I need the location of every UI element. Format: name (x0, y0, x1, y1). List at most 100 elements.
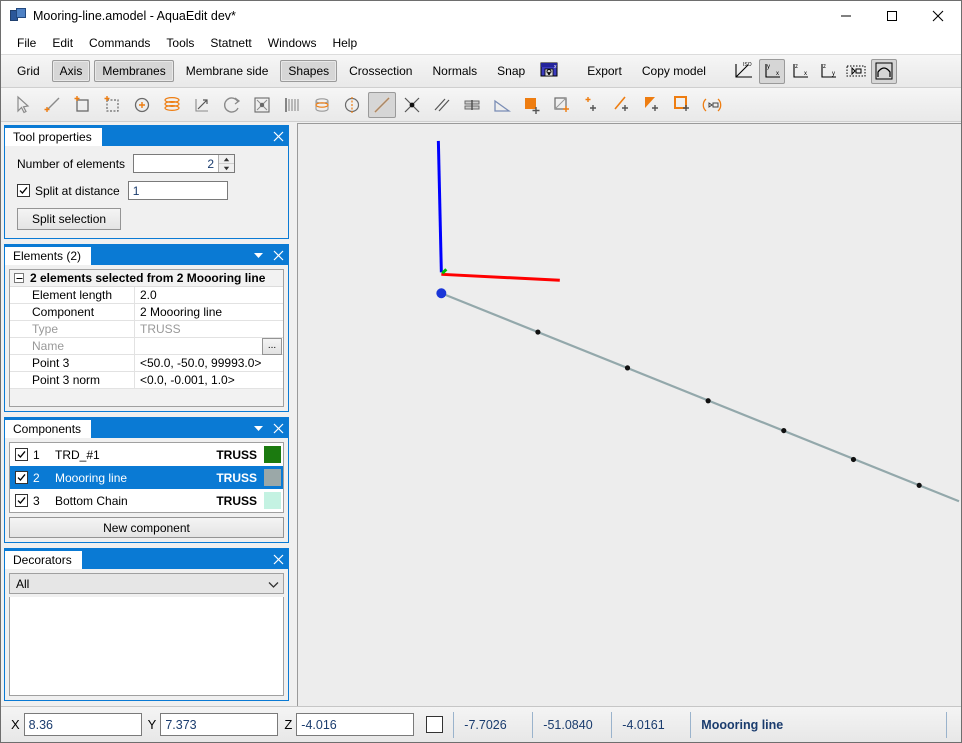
angle-icon[interactable] (488, 92, 516, 118)
component-color-swatch[interactable] (263, 468, 282, 487)
view-side-zy-icon[interactable]: z y (815, 59, 841, 84)
split-at-distance-checkbox[interactable] (17, 184, 30, 197)
decorators-list[interactable] (9, 597, 284, 696)
maximize-button[interactable] (869, 1, 915, 31)
toolbar-button-shapes[interactable]: Shapes (280, 60, 338, 82)
table-row[interactable]: Element length 2.0 (10, 287, 283, 304)
viewport-scene[interactable] (298, 124, 961, 694)
elements-group-header[interactable]: 2 elements selected from 2 Moooring line (10, 270, 283, 287)
select-cursor-icon[interactable] (8, 92, 36, 118)
collapse-icon[interactable] (14, 273, 24, 283)
add-shape-icon[interactable] (548, 92, 576, 118)
components-tab[interactable]: Components (5, 420, 92, 438)
table-row[interactable]: Component 2 Moooring line (10, 304, 283, 321)
draw-mesh-icon[interactable] (98, 92, 126, 118)
component-visibility-checkbox[interactable] (15, 471, 28, 484)
list-item[interactable]: 3 Bottom Chain TRUSS (10, 489, 283, 512)
menu-item-edit[interactable]: Edit (44, 34, 81, 52)
minimize-button[interactable] (823, 1, 869, 31)
toolbar-button-copy-model[interactable]: Copy model (634, 60, 714, 82)
toolbar-button-crossection[interactable]: Crossection (341, 60, 420, 82)
model-viewport[interactable] (297, 123, 961, 706)
toolbar-button-grid[interactable]: Grid (9, 60, 48, 82)
split-at-distance-input[interactable] (127, 181, 228, 200)
merge-icon[interactable] (458, 92, 486, 118)
view-front-yx-icon[interactable]: y x (758, 58, 785, 84)
status-x-input[interactable] (23, 713, 142, 736)
split-half-icon[interactable] (338, 92, 366, 118)
menu-item-file[interactable]: File (9, 34, 44, 52)
name-browse-button[interactable]: ... (262, 337, 282, 355)
menu-item-help[interactable]: Help (324, 34, 365, 52)
property-value[interactable]: <50.0, -50.0, 99993.0> (135, 355, 283, 371)
add-square-icon[interactable] (518, 92, 546, 118)
toolbar-button-membrane-side[interactable]: Membrane side (178, 60, 277, 82)
mirror-icon[interactable] (278, 92, 306, 118)
property-value[interactable]: <0.0, -0.001, 1.0> (135, 372, 283, 388)
toolbar-button-axis[interactable]: Axis (51, 60, 91, 82)
component-visibility-checkbox[interactable] (15, 448, 28, 461)
number-of-elements-input[interactable] (134, 155, 219, 172)
list-item[interactable]: 2 Moooring line TRUSS (10, 466, 283, 489)
tool-properties-tab[interactable]: Tool properties (5, 128, 102, 146)
revolve-icon[interactable] (308, 92, 336, 118)
intersect-icon[interactable] (398, 92, 426, 118)
component-color-swatch[interactable] (263, 445, 282, 464)
add-decorator-icon[interactable] (698, 92, 726, 118)
property-value[interactable]: 2.0 (135, 287, 283, 303)
parallel-icon[interactable] (428, 92, 456, 118)
add-point-icon[interactable] (578, 92, 606, 118)
component-visibility-checkbox[interactable] (15, 494, 28, 507)
toolbar-button-normals[interactable]: Normals (424, 60, 485, 82)
extrude-stack-icon[interactable] (158, 92, 186, 118)
add-rectangle-icon[interactable] (668, 92, 696, 118)
close-button[interactable] (915, 1, 961, 31)
draw-line-icon[interactable] (38, 92, 66, 118)
zoom-extents-icon[interactable] (843, 59, 869, 84)
new-component-button[interactable]: New component (9, 517, 284, 538)
table-row[interactable]: Point 3 norm <0.0, -0.001, 1.0> (10, 372, 283, 389)
menu-item-windows[interactable]: Windows (260, 34, 325, 52)
menu-item-tools[interactable]: Tools (158, 34, 202, 52)
property-value[interactable] (135, 338, 262, 354)
split-element-icon[interactable] (368, 91, 396, 118)
add-line-icon[interactable] (608, 92, 636, 118)
toolbar-button-snap[interactable]: Snap (489, 60, 533, 82)
status-y-input[interactable] (160, 713, 279, 736)
view-top-zx-icon[interactable]: z x (787, 59, 813, 84)
scale-icon[interactable] (248, 92, 276, 118)
tool-properties-close-icon[interactable] (268, 126, 288, 146)
number-of-elements-spin-buttons[interactable] (218, 155, 235, 172)
decorators-filter-select[interactable]: All (9, 573, 284, 594)
snap-lock-icon[interactable]: x (536, 59, 562, 84)
shape-view-icon[interactable] (870, 58, 897, 84)
table-row[interactable]: Name ... (10, 337, 283, 355)
toolbar-button-export[interactable]: Export (579, 60, 630, 82)
rotate-icon[interactable] (218, 92, 246, 118)
decorators-close-icon[interactable] (268, 549, 288, 569)
spin-down-icon[interactable] (219, 164, 234, 172)
property-value[interactable]: 2 Moooring line (135, 304, 283, 320)
table-row[interactable]: Point 3 <50.0, -50.0, 99993.0> (10, 355, 283, 372)
number-of-elements-stepper[interactable] (133, 154, 236, 173)
draw-rectangle-icon[interactable] (68, 92, 96, 118)
decorators-tab[interactable]: Decorators (5, 551, 82, 569)
menu-item-commands[interactable]: Commands (81, 34, 158, 52)
toolbar-button-membranes[interactable]: Membranes (94, 60, 174, 82)
components-close-icon[interactable] (268, 418, 288, 438)
menu-item-statnett[interactable]: Statnett (202, 34, 259, 52)
spin-up-icon[interactable] (219, 155, 235, 164)
draw-circle-icon[interactable] (128, 92, 156, 118)
view-iso-icon[interactable]: ISO (731, 59, 757, 84)
list-item[interactable]: 1 TRD_#1 TRUSS (10, 443, 283, 466)
components-menu-chevron-down-icon[interactable] (248, 418, 268, 438)
elements-tab[interactable]: Elements (2) (5, 247, 92, 265)
add-triangle-icon[interactable] (638, 92, 666, 118)
elements-menu-chevron-down-icon[interactable] (248, 245, 268, 265)
split-selection-button[interactable]: Split selection (17, 208, 122, 230)
elements-close-icon[interactable] (268, 245, 288, 265)
move-icon[interactable] (188, 92, 216, 118)
status-z-input[interactable] (296, 713, 415, 736)
status-lock-checkbox[interactable] (426, 716, 444, 733)
component-color-swatch[interactable] (263, 491, 282, 510)
